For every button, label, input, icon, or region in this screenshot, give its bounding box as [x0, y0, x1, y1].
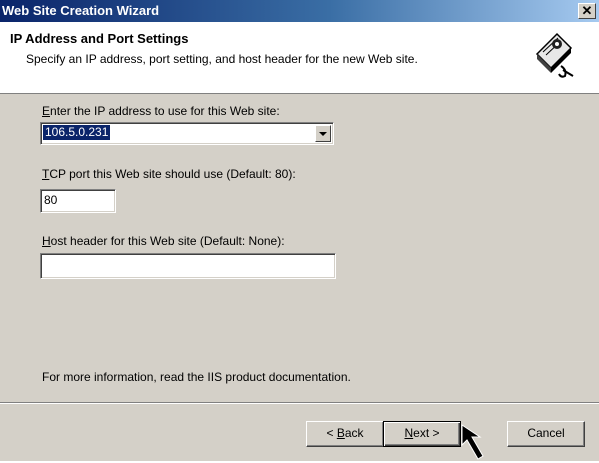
next-label: ext >: [413, 426, 440, 440]
wizard-window: Web Site Creation Wizard ✕ IP Address an…: [0, 0, 599, 461]
title-bar[interactable]: Web Site Creation Wizard ✕: [0, 0, 599, 22]
ip-label-mnemonic: E: [42, 104, 51, 118]
footer-divider-highlight: [0, 403, 599, 404]
next-button[interactable]: Next >: [383, 421, 461, 447]
close-icon: ✕: [581, 3, 593, 18]
chevron-down-icon[interactable]: [315, 125, 331, 142]
cancel-label: Cancel: [527, 426, 565, 440]
tcp-port-field[interactable]: 80: [40, 189, 116, 213]
page-subtitle: Specify an IP address, port setting, and…: [26, 52, 418, 66]
host-label-mnemonic: H: [42, 234, 51, 248]
info-text: For more information, read the IIS produ…: [42, 370, 351, 384]
ip-address-label: Enter the IP address to use for this Web…: [42, 104, 280, 118]
ip-address-dropdown[interactable]: 106.5.0.231: [40, 122, 334, 145]
mouse-pointer-icon: [461, 424, 484, 460]
host-header-field[interactable]: [40, 253, 336, 279]
host-label-text: ost header for this Web site (Default: N…: [50, 234, 285, 248]
back-button[interactable]: < Back: [306, 421, 384, 447]
cancel-button[interactable]: Cancel: [507, 421, 585, 447]
back-mnemonic: B: [336, 426, 345, 440]
ip-label-text: nter the IP address to use for this Web …: [50, 104, 280, 118]
tcp-port-value: 80: [44, 193, 58, 207]
wizard-book-icon: [531, 26, 577, 80]
ip-address-value: 106.5.0.231: [43, 125, 111, 140]
back-label: ack: [344, 426, 364, 440]
host-header-label: Host header for this Web site (Default: …: [42, 234, 285, 248]
close-button[interactable]: ✕: [578, 3, 596, 19]
back-prefix: <: [326, 426, 337, 440]
page-title: IP Address and Port Settings: [10, 31, 189, 46]
tcp-label-text: CP port this Web site should use (Defaul…: [49, 167, 296, 181]
wizard-header: IP Address and Port Settings Specify an …: [0, 22, 599, 94]
next-mnemonic: N: [404, 426, 414, 440]
window-title: Web Site Creation Wizard: [2, 3, 160, 18]
tcp-port-label: TCP port this Web site should use (Defau…: [42, 167, 296, 181]
